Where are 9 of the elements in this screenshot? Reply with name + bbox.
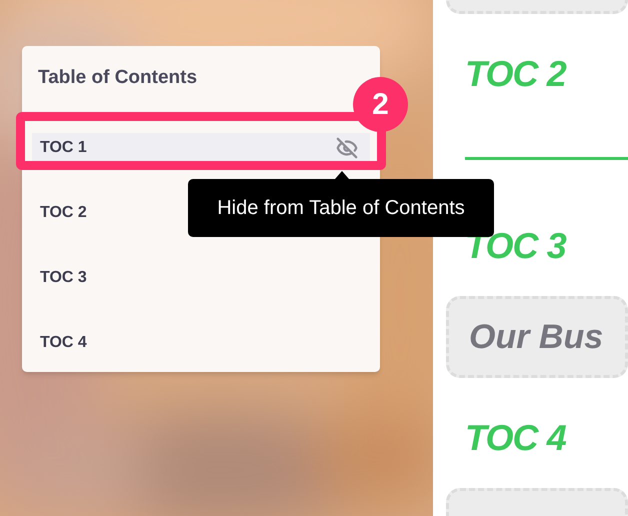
toc-item[interactable]: TOC 3 [32, 262, 370, 292]
toc-item[interactable]: TOC 4 [32, 328, 370, 358]
block-text: Our Bus [469, 320, 604, 354]
section-heading: TOC 4 [465, 420, 566, 456]
hidden-eye-icon[interactable] [336, 136, 358, 158]
toc-item[interactable]: TOC 1 [32, 132, 370, 162]
section-heading: TOC 2 [465, 56, 566, 92]
tooltip-arrow [335, 171, 349, 179]
panel-title: Table of Contents [37, 66, 198, 90]
